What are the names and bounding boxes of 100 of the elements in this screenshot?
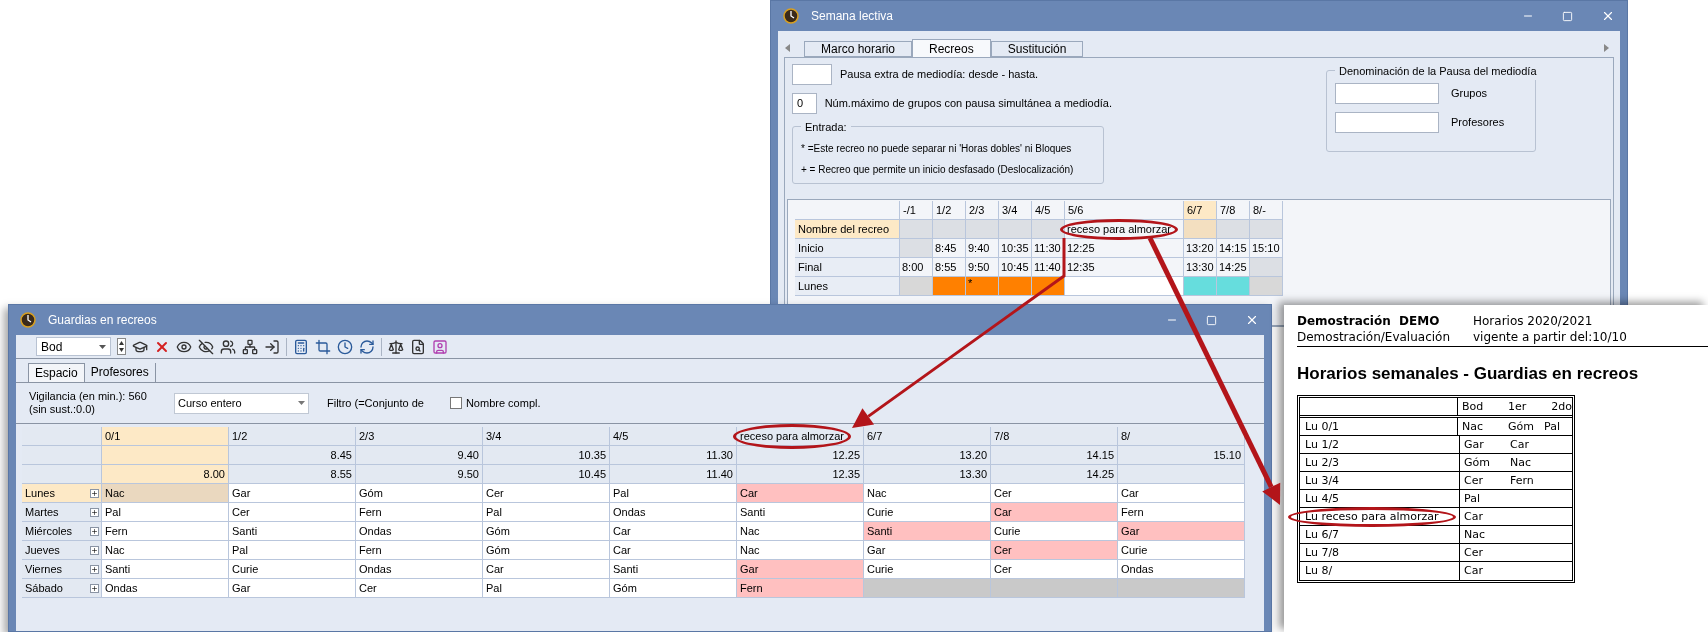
clock-icon[interactable] bbox=[337, 338, 353, 355]
close-icon[interactable] bbox=[1245, 313, 1259, 327]
grid-cell: Góm bbox=[483, 541, 610, 560]
select-field[interactable]: Bod bbox=[36, 337, 111, 356]
field-label: Núm.máximo de grupos con pausa simultánea a mediodía. bbox=[824, 96, 1112, 112]
grid-cell: 8:55 bbox=[933, 258, 966, 277]
clock-icon bbox=[20, 312, 36, 328]
maximize-icon[interactable] bbox=[1206, 314, 1217, 326]
tab[interactable]: Recreos bbox=[912, 39, 991, 57]
input-field[interactable] bbox=[1335, 83, 1439, 104]
tab[interactable]: Sustitución bbox=[990, 41, 1084, 57]
person-icon[interactable] bbox=[432, 338, 448, 355]
grid-cell: Gar bbox=[864, 541, 991, 560]
table-cell-text: Cer bbox=[1464, 472, 1484, 489]
expand-icon[interactable] bbox=[90, 526, 99, 536]
table-cell-text: Pal bbox=[1464, 490, 1481, 507]
table-cell-text: Góm bbox=[1464, 454, 1491, 471]
row-header[interactable]: Miércoles bbox=[22, 522, 102, 541]
valid-from: vigente a partir del:10/10 bbox=[1473, 329, 1627, 345]
field-label: Grupos bbox=[1451, 86, 1488, 102]
table-cell-text: Car bbox=[1464, 562, 1484, 579]
scroll-right-icon[interactable] bbox=[1602, 43, 1610, 53]
grid-cell: * bbox=[966, 277, 999, 296]
time-cell: 12.25 bbox=[737, 446, 864, 465]
schedule-year: Horarios 2020/2021 bbox=[1473, 313, 1594, 329]
row-header[interactable]: Martes bbox=[22, 503, 102, 522]
dropdown[interactable]: Curso entero bbox=[174, 392, 309, 414]
login-icon[interactable] bbox=[264, 338, 280, 355]
column-header: 4/5 bbox=[1032, 201, 1065, 220]
tab[interactable]: Espacio bbox=[28, 363, 85, 382]
column-header: 0/1 bbox=[102, 427, 229, 446]
page-title: Horarios semanales - Guardias en recreos bbox=[1297, 363, 1640, 385]
scales-icon[interactable] bbox=[388, 338, 404, 355]
close-icon[interactable] bbox=[1601, 9, 1615, 23]
row-header[interactable]: Viernes bbox=[22, 560, 102, 579]
expand-icon[interactable] bbox=[90, 564, 99, 574]
grid-cell: Cer bbox=[991, 560, 1118, 579]
grid-cell: 13:20 bbox=[1184, 239, 1217, 258]
grid-cell: Cer bbox=[483, 484, 610, 503]
time-cell: 15.10 bbox=[1118, 446, 1245, 465]
row-label: Lu 8/ bbox=[1305, 564, 1333, 577]
grid-cell: Cer bbox=[356, 579, 483, 598]
row-header[interactable]: Jueves bbox=[22, 541, 102, 560]
time-cell: 10.45 bbox=[483, 465, 610, 484]
time-cell: 13.30 bbox=[864, 465, 991, 484]
filter-label: Filtro (=Conjunto de bbox=[327, 395, 424, 411]
spinner-icon[interactable] bbox=[117, 338, 126, 355]
grid-cell: Cer bbox=[991, 541, 1118, 560]
grid-cell: Pal bbox=[229, 541, 356, 560]
grid-cell bbox=[999, 220, 1032, 239]
grid-cell: Pal bbox=[610, 484, 737, 503]
time-cell: 13.20 bbox=[864, 446, 991, 465]
row-header: Lunes bbox=[795, 277, 900, 296]
grid-cell: Gar bbox=[229, 579, 356, 598]
people-icon[interactable] bbox=[220, 338, 236, 355]
document-search-icon[interactable] bbox=[410, 338, 426, 355]
maximize-icon[interactable] bbox=[1562, 10, 1573, 22]
calculator-icon[interactable] bbox=[293, 338, 309, 355]
time-cell: 12.35 bbox=[737, 465, 864, 484]
grid-cell: 14:15 bbox=[1217, 239, 1250, 258]
grid-cell: 12:25 bbox=[1065, 239, 1184, 258]
column-header: 1er bbox=[1508, 398, 1528, 415]
row-header[interactable]: Lunes bbox=[22, 484, 102, 503]
input-field[interactable] bbox=[792, 64, 832, 85]
eye-off-icon[interactable] bbox=[198, 338, 214, 355]
table-cell-text: Góm bbox=[1508, 418, 1535, 435]
column-header: 4/5 bbox=[610, 427, 737, 446]
column-header: 7/8 bbox=[991, 427, 1118, 446]
table-cell-text: Car bbox=[1510, 436, 1530, 453]
grid-cell: Curie bbox=[864, 503, 991, 522]
crop-icon[interactable] bbox=[315, 338, 331, 355]
row-label: Lu 1/2 bbox=[1305, 438, 1340, 451]
grid-cell: Fern bbox=[356, 503, 483, 522]
column-header: -/1 bbox=[900, 201, 933, 220]
scroll-left-icon[interactable] bbox=[784, 43, 792, 53]
input-field[interactable] bbox=[1335, 112, 1439, 133]
refresh-icon[interactable] bbox=[359, 338, 375, 355]
grid-cell: 12:35 bbox=[1065, 258, 1184, 277]
expand-icon[interactable] bbox=[90, 583, 99, 593]
grid-cell: 9:40 bbox=[966, 239, 999, 258]
expand-icon[interactable] bbox=[90, 488, 99, 498]
input-field[interactable]: 0 bbox=[792, 93, 817, 114]
tab[interactable]: Marco horario bbox=[804, 41, 913, 57]
field-label: Pausa extra de mediodía: desde - hasta. bbox=[840, 67, 1039, 83]
grid-cell: Car bbox=[991, 503, 1118, 522]
grid-cell: Car bbox=[1118, 484, 1245, 503]
expand-icon[interactable] bbox=[90, 545, 99, 555]
checkbox[interactable] bbox=[449, 397, 462, 409]
row-header[interactable]: Sábado bbox=[22, 579, 102, 598]
time-cell: 9.50 bbox=[356, 465, 483, 484]
window-title: Semana lectiva bbox=[811, 8, 894, 25]
time-cell: 11.30 bbox=[610, 446, 737, 465]
field-label: Profesores bbox=[1451, 115, 1505, 131]
hierarchy-icon[interactable] bbox=[242, 338, 258, 355]
time-cell: 14.25 bbox=[991, 465, 1118, 484]
legend-text: + = Recreo que permite un inicio desfasado (Deslocalización) bbox=[801, 163, 1075, 177]
column-header: Bod bbox=[1462, 398, 1485, 415]
row-label: Lu 6/7 bbox=[1305, 528, 1340, 541]
column-header: 3/4 bbox=[483, 427, 610, 446]
expand-icon[interactable] bbox=[90, 507, 99, 517]
